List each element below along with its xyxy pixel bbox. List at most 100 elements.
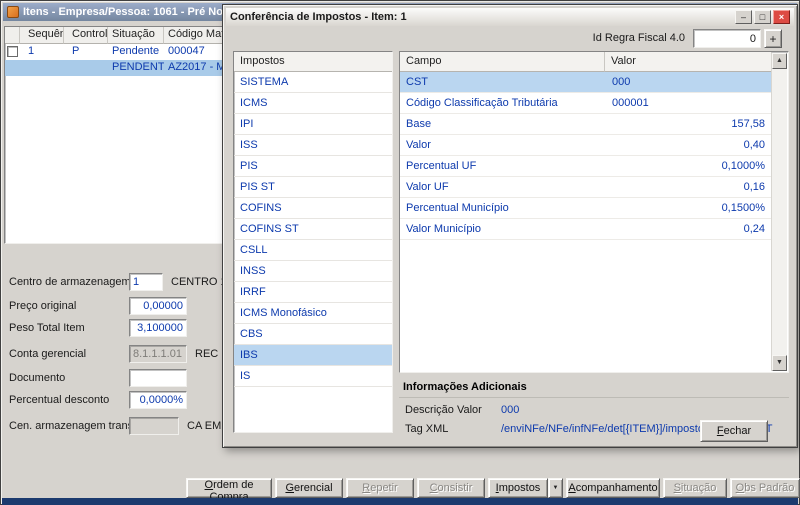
- descricao-valor-label: Descrição Valor: [405, 404, 501, 421]
- imposto-item-iss[interactable]: ISS: [234, 135, 392, 156]
- campo-cell: CST: [400, 72, 605, 92]
- dialog-titlebar[interactable]: Conferência de Impostos - Item: 1 – □ ×: [226, 8, 794, 26]
- scroll-up-button[interactable]: ▲: [772, 53, 787, 69]
- grid-row[interactable]: Percentual Município 0,1500%: [400, 198, 772, 219]
- column-header-situacao[interactable]: Situação: [108, 27, 164, 44]
- imposto-item-inss[interactable]: INSS: [234, 261, 392, 282]
- controle-cell: P: [64, 44, 108, 60]
- valor-cell: 0,1500%: [605, 198, 772, 218]
- peso-total-item-label: Peso Total Item: [9, 322, 129, 334]
- informacoes-adicionais-header: Informações Adicionais: [399, 379, 789, 398]
- campo-cell: Percentual UF: [400, 156, 605, 176]
- campo-cell: Código Classificação Tributária: [400, 93, 605, 113]
- conta-gerencial-label: Conta gerencial: [9, 348, 129, 360]
- imposto-item-pis[interactable]: PIS: [234, 156, 392, 177]
- obs-padrao-button: Obs Padrão: [730, 478, 800, 498]
- scroll-down-button[interactable]: ▼: [772, 355, 787, 371]
- imposto-item-icms[interactable]: ICMS: [234, 93, 392, 114]
- situacao-button: Situação: [663, 478, 727, 498]
- gerencial-button[interactable]: Gerencial: [275, 478, 343, 498]
- peso-total-item-input[interactable]: [129, 319, 187, 337]
- imposto-item-cofins-st[interactable]: COFINS ST: [234, 219, 392, 240]
- close-window-button[interactable]: ×: [773, 10, 790, 24]
- documento-input[interactable]: [129, 369, 187, 387]
- dialog-title: Conferência de Impostos - Item: 1: [230, 11, 407, 23]
- conferencia-impostos-dialog: Conferência de Impostos - Item: 1 – □ × …: [222, 4, 798, 448]
- column-header-sequencia[interactable]: Sequência: [20, 27, 64, 44]
- grid-row[interactable]: Valor UF 0,16: [400, 177, 772, 198]
- controle-cell: [64, 60, 108, 76]
- imposto-item-icms-monofasico[interactable]: ICMS Monofásico: [234, 303, 392, 324]
- imposto-item-pis-st[interactable]: PIS ST: [234, 177, 392, 198]
- conta-gerencial-input: [129, 345, 187, 363]
- minimize-button[interactable]: –: [735, 10, 752, 24]
- situacao-cell: Pendente: [108, 44, 164, 60]
- valor-cell: 0,24: [605, 219, 772, 239]
- row-selector-cell: [5, 60, 20, 76]
- grid-row[interactable]: Valor Município 0,24: [400, 219, 772, 240]
- dialog-window-controls: – □ ×: [735, 10, 790, 24]
- id-regra-fiscal-label: Id Regra Fiscal 4.0: [553, 32, 685, 44]
- row-selector-cell: [5, 44, 20, 60]
- descricao-valor-value: 000: [501, 404, 519, 421]
- imposto-item-cofins[interactable]: COFINS: [234, 198, 392, 219]
- preco-original-label: Preço original: [9, 300, 129, 312]
- imposto-item-cbs[interactable]: CBS: [234, 324, 392, 345]
- fechar-button[interactable]: Fechar: [700, 420, 768, 442]
- descricao-valor-row: Descrição Valor 000: [399, 402, 789, 421]
- imposto-item-ipi[interactable]: IPI: [234, 114, 392, 135]
- app-icon: [7, 6, 19, 18]
- column-header-controle[interactable]: Controle: [64, 27, 108, 44]
- grid-scrollbar[interactable]: ▲ ▼: [771, 53, 787, 371]
- imposto-item-ibs[interactable]: IBS: [234, 345, 392, 366]
- valor-cell: 0,16: [605, 177, 772, 197]
- campo-cell: Valor Município: [400, 219, 605, 239]
- screen: Itens - Empresa/Pessoa: 1061 - Pré Nota:…: [0, 0, 800, 505]
- imposto-item-csll[interactable]: CSLL: [234, 240, 392, 261]
- imposto-item-sistema[interactable]: SISTEMA: [234, 72, 392, 93]
- selector-column-header: [5, 27, 20, 44]
- cen-armazenagem-transf-input: [129, 417, 179, 435]
- percentual-desconto-input[interactable]: [129, 391, 187, 409]
- column-header-campo[interactable]: Campo: [400, 52, 605, 72]
- grid-row[interactable]: Código Classificação Tributária 000001: [400, 93, 772, 114]
- campo-cell: Base: [400, 114, 605, 134]
- grid-row[interactable]: CST 000: [400, 72, 772, 93]
- valor-cell: 000001: [605, 93, 772, 113]
- campo-cell: Valor: [400, 135, 605, 155]
- plus-icon: +: [769, 32, 776, 46]
- tag-xml-label: Tag XML: [405, 423, 501, 440]
- add-regra-button[interactable]: +: [764, 29, 782, 48]
- action-button-row: Ordem de Compra Gerencial Repetir Consis…: [186, 478, 800, 498]
- grid-row[interactable]: Percentual UF 0,1000%: [400, 156, 772, 177]
- preco-original-input[interactable]: [129, 297, 187, 315]
- maximize-button[interactable]: □: [754, 10, 771, 24]
- column-header-valor[interactable]: Valor: [605, 52, 772, 72]
- minimize-icon: –: [741, 12, 746, 22]
- campo-cell: Percentual Município: [400, 198, 605, 218]
- maximize-icon: □: [760, 12, 765, 22]
- imposto-item-is[interactable]: IS: [234, 366, 392, 387]
- id-regra-fiscal-input[interactable]: [693, 29, 761, 48]
- situacao-cell: PENDENTE: [108, 60, 164, 76]
- dropdown-icon: ▼: [553, 485, 559, 491]
- row-checkbox[interactable]: [7, 46, 18, 57]
- impostos-dropdown-button[interactable]: ▼: [548, 478, 563, 498]
- item-form: Centro de armazenagem CENTRO 1 Preço ori…: [1, 269, 241, 464]
- conta-gerencial-desc: REC: [195, 348, 218, 360]
- tax-grid-body: Campo Valor CST 000 Código Classificação…: [400, 52, 772, 372]
- grid-row[interactable]: Base 157,58: [400, 114, 772, 135]
- valor-cell: 0,1000%: [605, 156, 772, 176]
- acompanhamento-button[interactable]: Acompanhamento: [566, 478, 660, 498]
- grid-row[interactable]: Valor 0,40: [400, 135, 772, 156]
- centro-armazenagem-desc: CENTRO 1: [171, 276, 227, 288]
- scroll-up-icon: ▲: [776, 57, 783, 64]
- centro-armazenagem-input[interactable]: [129, 273, 163, 291]
- close-icon: ×: [779, 12, 784, 22]
- documento-label: Documento: [9, 372, 129, 384]
- ordem-de-compra-button[interactable]: Ordem de Compra: [186, 478, 272, 498]
- impostos-list: Impostos SISTEMA ICMS IPI ISS PIS PIS ST…: [233, 51, 393, 433]
- imposto-item-irrf[interactable]: IRRF: [234, 282, 392, 303]
- impostos-split-button: Impostos ▼: [488, 478, 563, 498]
- impostos-button[interactable]: Impostos: [488, 478, 548, 498]
